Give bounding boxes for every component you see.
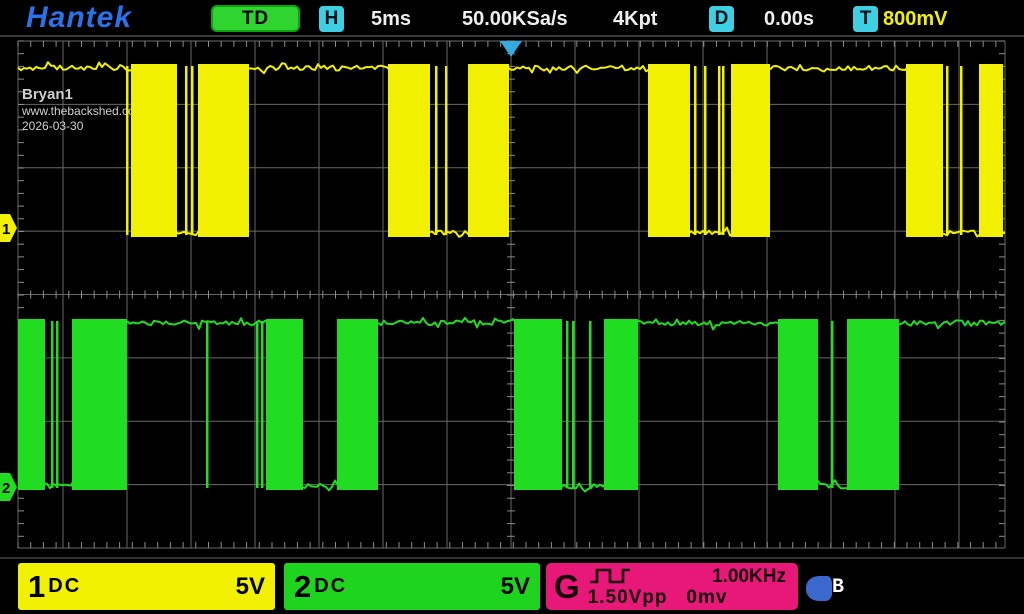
- channel1-coupling: DC: [48, 575, 81, 598]
- usb-device-icon: [806, 576, 832, 601]
- generator-frequency: 1.00KHz: [712, 566, 786, 587]
- channel2-settings-box[interactable]: 2 DC 5V: [284, 563, 540, 610]
- generator-offset: 0mv: [686, 587, 727, 608]
- horizontal-badge-icon[interactable]: H: [319, 6, 344, 32]
- svg-text:1: 1: [2, 221, 10, 238]
- channel2-coupling: DC: [314, 575, 347, 598]
- channel1-number: 1: [28, 569, 45, 605]
- svg-text:2: 2: [2, 480, 10, 497]
- trigger-position-marker[interactable]: [500, 41, 522, 57]
- trigger-status-badge[interactable]: TD: [211, 5, 300, 32]
- trigger-level-readout: 800mV: [883, 8, 948, 31]
- ch2-trace: [18, 318, 1005, 492]
- timebase-readout: 5ms: [371, 8, 411, 31]
- waveform-display: 12: [0, 0, 1024, 614]
- memory-depth-readout: 4Kpt: [613, 8, 657, 31]
- usb-device-label: B: [832, 576, 844, 599]
- hantek-logo: Hantek: [26, 1, 132, 35]
- square-wave-icon: [588, 566, 632, 586]
- sample-rate-readout: 50.00KSa/s: [462, 8, 568, 31]
- channel-bar: 1 DC 5V 2 DC 5V G 1.00KHz 1.50Vpp: [0, 557, 1024, 614]
- ch2-trace-ground-marker[interactable]: 2: [0, 473, 17, 501]
- trigger-badge-icon[interactable]: T: [853, 6, 878, 32]
- channel2-number: 2: [294, 569, 311, 605]
- channel1-volts-div: 5V: [236, 573, 265, 601]
- ch1-trace: [18, 62, 1005, 237]
- channel1-settings-box[interactable]: 1 DC 5V: [18, 563, 275, 610]
- oscilloscope-screen: Bryan1 www.thebackshed.com 2026-03-30 12…: [0, 0, 1024, 614]
- status-bar: Hantek TD H 5ms 50.00KSa/s 4Kpt D 0.00s …: [0, 0, 1024, 37]
- ch1-trace-ground-marker[interactable]: 1: [0, 214, 17, 242]
- channel2-volts-div: 5V: [501, 573, 530, 601]
- generator-label: G: [554, 568, 580, 606]
- horizontal-offset-readout: 0.00s: [764, 8, 814, 31]
- delay-badge-icon[interactable]: D: [709, 6, 734, 32]
- signal-generator-box[interactable]: G 1.00KHz 1.50Vpp 0mv: [546, 563, 798, 610]
- generator-amplitude: 1.50Vpp: [588, 587, 668, 608]
